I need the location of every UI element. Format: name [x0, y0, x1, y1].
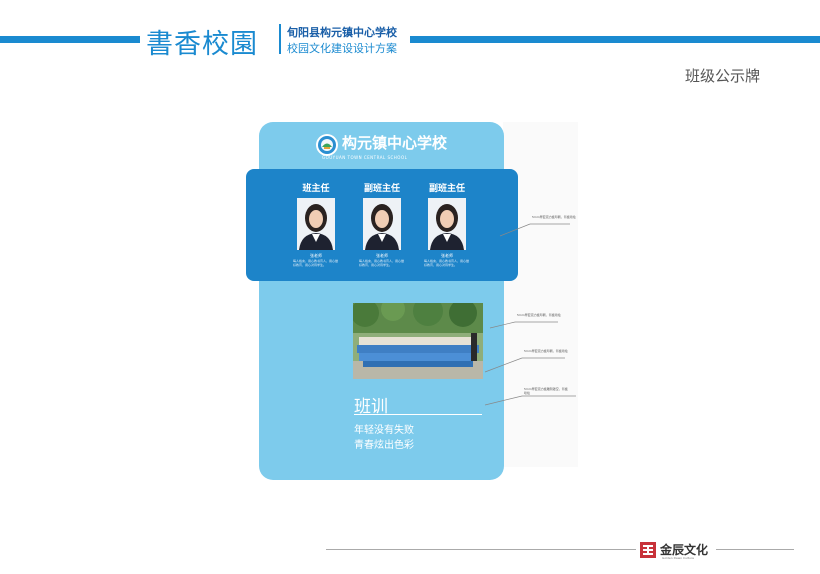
annotation-note: 5mm厚亚克力板印刷，背板喷绘	[524, 349, 568, 353]
motto-underline	[354, 414, 482, 415]
annotation-note: 5mm厚亚克力板印刷，背板喷绘	[517, 313, 561, 317]
header-subtitle-school: 旬阳县构元镇中心学校	[287, 26, 397, 39]
teacher-bio: 每人格言，用心教书育人，用心做好教育，用心对待学生。	[424, 259, 470, 267]
brand-divider	[279, 24, 281, 54]
leader-line	[484, 357, 523, 373]
annotation-note: 5mm厚亚克力板印刷，背板喷绘	[532, 215, 576, 219]
class-group-photo	[353, 303, 483, 379]
teacher-photo	[428, 198, 466, 250]
brand-title: 書香校園	[146, 29, 258, 60]
motto-line-2: 青春炫出色彩	[354, 440, 414, 451]
school-logo-icon	[316, 134, 338, 156]
teacher-panel: 班主任 张老师 每人格言，用心教书育人，用心做好教育，用心对待学生。 副班主任 …	[246, 169, 518, 281]
teacher-role: 副班主任	[428, 184, 465, 194]
teacher-bio: 每人格言，用心教书育人，用心做好教育，用心对待学生。	[359, 259, 405, 267]
teacher-photo	[297, 198, 335, 250]
teacher-bio: 每人格言，用心教书育人，用心做好教育，用心对待学生。	[293, 259, 339, 267]
header-bar-left	[0, 36, 140, 43]
company-logo-icon	[640, 542, 656, 558]
teacher-photo	[363, 198, 401, 250]
company-name-en: Golden Dawn Culture	[662, 556, 694, 560]
annotation-leaders	[484, 223, 576, 406]
school-name-en: GOUYUAN TOWN CENTRAL SCHOOL	[322, 155, 408, 160]
annotation-note: 5mm厚亚克力板雕刻镂空，背板喷绘	[524, 387, 568, 395]
header-subtitle-plan: 校园文化建设设计方案	[287, 42, 397, 55]
leader-line	[484, 395, 523, 406]
leader-line	[489, 321, 516, 329]
section-title: 班级公示牌	[685, 67, 761, 85]
school-name: 构元镇中心学校	[342, 134, 448, 152]
leader-line	[499, 223, 531, 237]
header-bar-right	[410, 36, 820, 43]
footer-rule-left	[326, 549, 636, 550]
motto-line-1: 年轻没有失败	[354, 425, 414, 436]
footer-rule-right	[716, 549, 794, 550]
